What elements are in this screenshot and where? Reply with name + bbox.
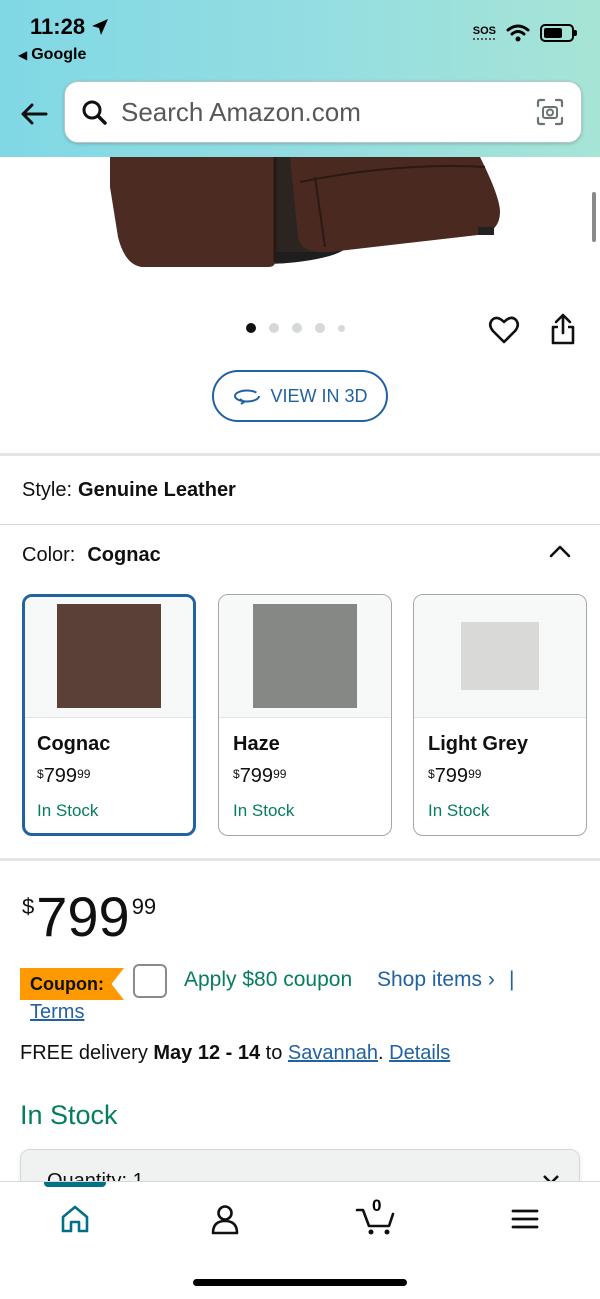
- color-option-light-grey[interactable]: Light Grey $79999 In Stock: [413, 594, 587, 836]
- view-in-3d-button[interactable]: VIEW IN 3D: [212, 370, 388, 422]
- view-in-3d-label: VIEW IN 3D: [270, 385, 368, 406]
- price-whole: 799: [43, 765, 78, 787]
- style-label: Style:: [22, 479, 73, 501]
- search-bar[interactable]: [64, 81, 582, 143]
- delivery-prefix: FREE delivery: [20, 1042, 148, 1064]
- price-fraction: 99: [77, 767, 91, 781]
- section-divider: [0, 858, 600, 861]
- coupon-badge: Coupon:: [20, 968, 124, 1000]
- delivery-to: to: [265, 1042, 283, 1064]
- swatch-cognac: [57, 604, 161, 708]
- price-whole: 799: [434, 765, 469, 787]
- availability-status: In Stock: [20, 1100, 118, 1130]
- swatch-image-area: [25, 597, 193, 718]
- bottom-nav: 0: [0, 1181, 600, 1299]
- sos-text: SOS: [472, 24, 496, 37]
- color-option-haze[interactable]: Haze $79999 In Stock: [218, 594, 392, 836]
- scroll-indicator[interactable]: [592, 192, 596, 242]
- recliner-chair-image: [110, 157, 500, 267]
- shop-items-link[interactable]: Shop items ›: [377, 968, 495, 992]
- status-icons: SOS: [472, 24, 577, 42]
- heart-icon[interactable]: [488, 314, 520, 346]
- style-row: Style: Genuine Leather: [22, 479, 236, 502]
- search-input[interactable]: [121, 96, 521, 128]
- cart-count: 0: [372, 1196, 382, 1215]
- color-value: Cognac: [87, 544, 161, 566]
- account-icon[interactable]: [208, 1202, 242, 1236]
- delivery-location-link[interactable]: Savannah: [288, 1042, 378, 1064]
- delivery-dates: May 12 - 14: [153, 1042, 261, 1064]
- home-indicator-bar: [193, 1279, 407, 1286]
- delivery-info: FREE delivery May 12 - 14 to Savannah. D…: [20, 1042, 450, 1065]
- image-dot-1[interactable]: [246, 323, 256, 333]
- price-currency: $: [233, 767, 240, 781]
- option-name: Haze: [233, 733, 280, 755]
- option-stock: In Stock: [428, 801, 490, 820]
- coupon-badge-label: Coupon:: [30, 973, 104, 994]
- image-dot-5[interactable]: [338, 324, 345, 332]
- rotate-3d-icon: [234, 389, 261, 405]
- status-time: 11:28: [30, 14, 109, 40]
- style-value: Genuine Leather: [78, 479, 236, 501]
- back-to-app-link[interactable]: ◀ Google: [18, 46, 86, 64]
- signal-dots: [473, 37, 496, 41]
- option-name: Cognac: [37, 733, 111, 755]
- swatch-haze: [253, 604, 357, 708]
- price-currency: $: [22, 894, 35, 919]
- option-stock: In Stock: [37, 801, 99, 820]
- product-image[interactable]: [0, 157, 600, 302]
- camera-scan-icon[interactable]: [535, 97, 565, 127]
- price-fraction: 99: [131, 894, 157, 919]
- option-price: $79999: [428, 765, 481, 788]
- image-dot-4[interactable]: [315, 323, 325, 333]
- wifi-icon: [506, 24, 530, 42]
- delivery-period: .: [378, 1042, 384, 1064]
- option-stock: In Stock: [233, 801, 295, 820]
- search-icon: [82, 100, 107, 125]
- home-icon[interactable]: [58, 1202, 92, 1236]
- price-currency: $: [37, 767, 44, 781]
- chevron-up-icon[interactable]: [548, 540, 572, 562]
- price-whole: 799: [36, 885, 130, 948]
- back-arrow-icon[interactable]: [18, 98, 50, 130]
- color-row[interactable]: Color: Cognac: [22, 544, 161, 567]
- header: 11:28 ◀ Google SOS: [0, 0, 600, 157]
- swatch-image-area: [219, 595, 391, 718]
- location-arrow-icon: [92, 19, 109, 35]
- delivery-details-link[interactable]: Details: [389, 1042, 450, 1064]
- separator: |: [509, 968, 515, 991]
- swatch-light-grey: [461, 622, 539, 690]
- main-price: $ 799 99: [22, 884, 156, 949]
- image-dot-3[interactable]: [292, 323, 302, 333]
- option-price: $79999: [233, 765, 286, 788]
- terms-link[interactable]: Terms: [30, 1001, 84, 1024]
- section-divider: [0, 524, 600, 525]
- option-name: Light Grey: [428, 733, 529, 755]
- coupon-checkbox[interactable]: [133, 964, 167, 998]
- menu-icon[interactable]: [508, 1202, 542, 1236]
- color-label: Color:: [22, 544, 76, 566]
- price-fraction: 99: [273, 767, 287, 781]
- option-price: $79999: [37, 765, 90, 788]
- color-option-cognac[interactable]: Cognac $79999 In Stock: [22, 594, 196, 836]
- price-whole: 799: [239, 765, 274, 787]
- time-text: 11:28: [30, 14, 86, 39]
- apply-coupon-text[interactable]: Apply $80 coupon: [184, 968, 352, 992]
- back-app-label: Google: [31, 46, 87, 63]
- back-triangle-icon: ◀: [18, 48, 28, 62]
- image-pagination-dots[interactable]: [246, 323, 345, 333]
- price-currency: $: [428, 767, 435, 781]
- battery-icon: [540, 24, 577, 42]
- share-icon[interactable]: [548, 312, 578, 346]
- active-tab-indicator: [44, 1182, 106, 1187]
- swatch-image-area: [414, 595, 586, 718]
- price-fraction: 99: [468, 767, 482, 781]
- sos-indicator: SOS: [472, 24, 496, 41]
- section-divider: [0, 453, 600, 456]
- image-dot-2[interactable]: [269, 323, 279, 333]
